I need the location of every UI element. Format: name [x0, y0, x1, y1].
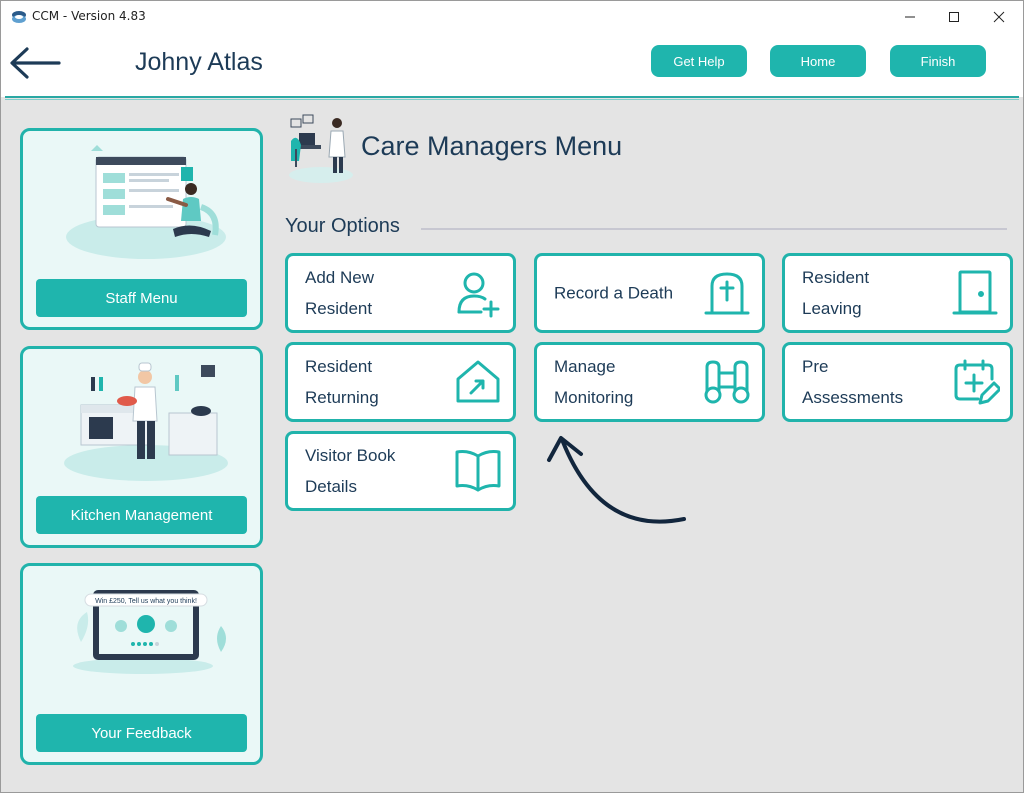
maximize-button[interactable] — [931, 1, 977, 33]
option-label: Resident Leaving — [802, 268, 870, 318]
app-logo-icon — [12, 11, 26, 23]
door-icon — [952, 270, 998, 315]
minimize-button[interactable] — [887, 1, 933, 33]
header-divider-thin — [5, 99, 1019, 100]
calendar-edit-icon — [954, 359, 1000, 405]
feedback-card[interactable]: Win £250, Tell us what you think! Your F… — [20, 563, 263, 765]
option-label: Pre Assessments — [802, 357, 904, 407]
care-manager-illustration — [289, 114, 353, 183]
curved-arrow-icon — [547, 436, 686, 524]
chef-illustration — [64, 362, 228, 481]
open-book-icon — [455, 450, 501, 492]
home-button[interactable]: Home — [770, 45, 866, 77]
manage-monitoring-option[interactable]: Manage Monitoring — [534, 342, 765, 422]
option-label: Visitor Book Details — [305, 446, 396, 496]
get-help-button[interactable]: Get Help — [651, 45, 747, 77]
close-icon — [993, 11, 1005, 23]
option-label: Add New Resident — [305, 268, 374, 318]
staff-menu-button[interactable]: Staff Menu — [36, 279, 247, 317]
back-arrow-icon[interactable] — [7, 45, 63, 81]
grave-icon — [704, 272, 750, 315]
option-label: Record a Death — [554, 283, 674, 303]
app-window: CCM - Version 4.83 Johny Atlas Get Help … — [0, 0, 1024, 793]
staff-menu-card[interactable]: Staff Menu — [20, 128, 263, 330]
binoculars-icon — [704, 360, 750, 404]
window-title: CCM - Version 4.83 — [32, 9, 146, 23]
pre-assessments-option[interactable]: Pre Assessments — [782, 342, 1013, 422]
kitchen-management-button[interactable]: Kitchen Management — [36, 496, 247, 534]
record-a-death-option[interactable]: Record a Death — [534, 253, 765, 333]
options-heading: Your Options — [285, 215, 400, 237]
page-title: Care Managers Menu — [361, 131, 623, 161]
your-feedback-button[interactable]: Your Feedback — [36, 714, 247, 752]
options-divider — [421, 228, 1007, 230]
feedback-banner: Win £250, Tell us what you think! — [95, 598, 197, 605]
resident-returning-option[interactable]: Resident Returning — [285, 342, 516, 422]
staff-illustration — [66, 145, 226, 259]
option-label: Manage Monitoring — [554, 357, 634, 407]
maximize-icon — [949, 12, 959, 22]
house-return-icon — [456, 360, 500, 403]
add-new-resident-option[interactable]: Add New Resident — [285, 253, 516, 333]
title-bar: CCM - Version 4.83 — [1, 1, 1023, 33]
feedback-illustration: Win £250, Tell us what you think! — [73, 590, 226, 674]
kitchen-management-card[interactable]: Kitchen Management — [20, 346, 263, 548]
add-user-icon — [457, 272, 500, 318]
resident-leaving-option[interactable]: Resident Leaving — [782, 253, 1013, 333]
header-divider — [5, 96, 1019, 98]
option-label: Resident Returning — [305, 357, 379, 407]
finish-button[interactable]: Finish — [890, 45, 986, 77]
user-name: Johny Atlas — [135, 48, 263, 76]
visitor-book-details-option[interactable]: Visitor Book Details — [285, 431, 516, 511]
close-button[interactable] — [976, 1, 1022, 33]
minimize-icon — [905, 16, 915, 18]
